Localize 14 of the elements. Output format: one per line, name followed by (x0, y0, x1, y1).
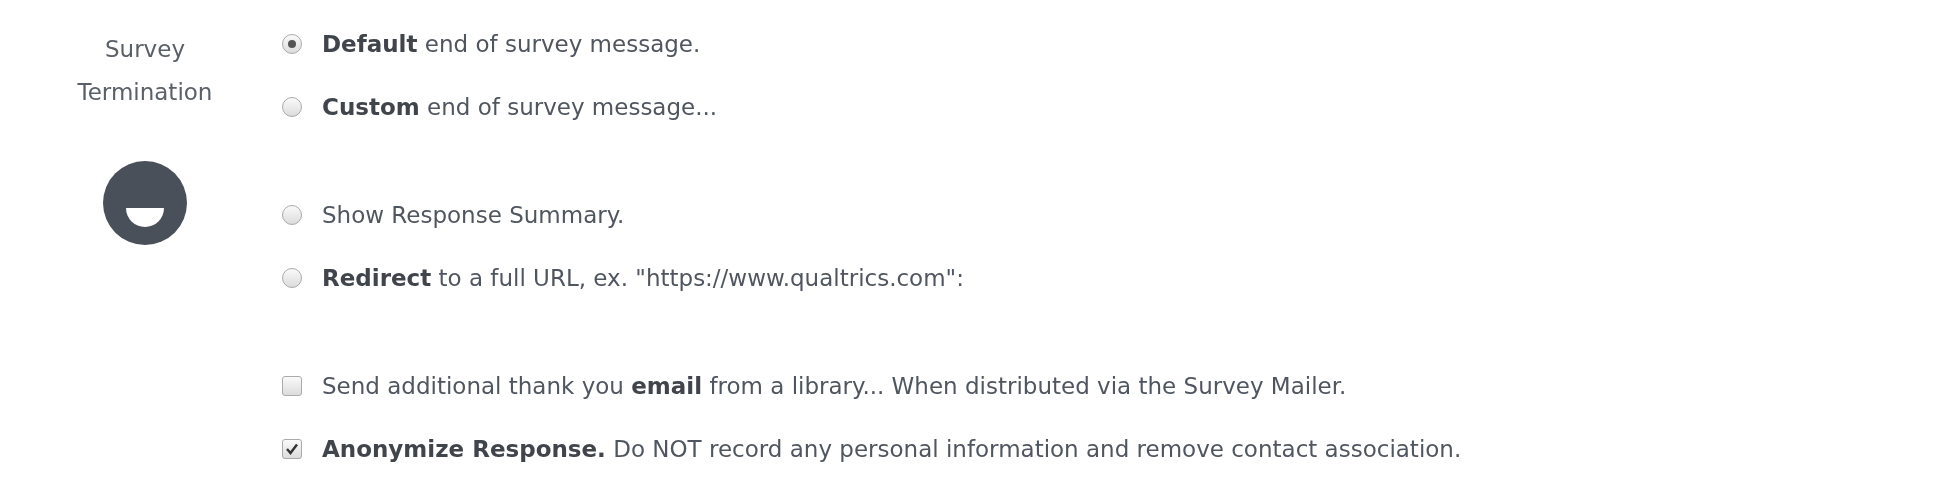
radio-button[interactable] (282, 96, 302, 117)
section-label: Survey Termination (77, 35, 213, 107)
radio-button[interactable] (282, 33, 302, 54)
checkbox[interactable] (282, 438, 302, 459)
checkbox[interactable] (282, 375, 302, 396)
option-label: Anonymize Response. Do NOT record any personal information and remove contact association. (322, 435, 1462, 462)
radio-button[interactable] (282, 267, 302, 288)
option-label: Default end of survey message. (322, 30, 701, 57)
smiley-icon (102, 160, 188, 246)
radio-button[interactable] (282, 204, 302, 225)
option-label: Show Response Summary. (322, 201, 625, 228)
option-label: Custom end of survey message... (322, 93, 718, 120)
option-label: Send additional thank you email from a library... When distributed via the Survey Mailer. (322, 372, 1347, 399)
option-label: Redirect to a full URL, ex. "https://www.qualtrics.com": (322, 264, 964, 291)
